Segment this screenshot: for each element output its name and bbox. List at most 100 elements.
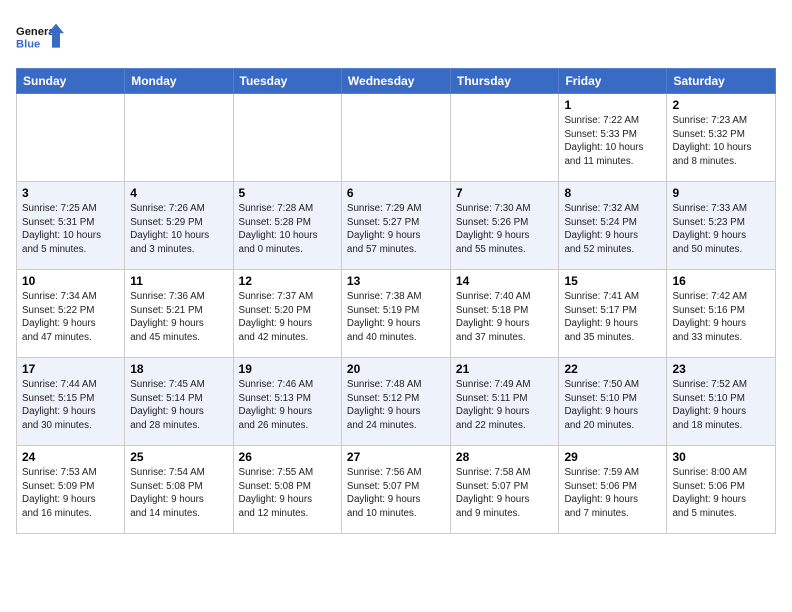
calendar-cell [125, 94, 233, 182]
day-info: Sunrise: 7:29 AM Sunset: 5:27 PM Dayligh… [347, 202, 445, 257]
calendar-cell: 30 Sunrise: 8:00 AM Sunset: 5:06 PM Dayli… [667, 446, 776, 534]
day-info: Sunrise: 7:49 AM Sunset: 5:11 PM Dayligh… [456, 378, 554, 433]
calendar-cell: 20 Sunrise: 7:48 AM Sunset: 5:12 PM Dayli… [341, 358, 450, 446]
day-number: 21 [456, 362, 554, 376]
calendar-cell: 7Sunrise: 7:30 AM Sunset: 5:26 PM Daylig… [450, 182, 559, 270]
weekday-header: Wednesday [341, 69, 450, 94]
day-info: Sunrise: 7:34 AM Sunset: 5:22 PM Dayligh… [22, 290, 119, 345]
calendar-cell: 15 Sunrise: 7:41 AM Sunset: 5:17 PM Dayli… [559, 270, 667, 358]
calendar-cell: 25 Sunrise: 7:54 AM Sunset: 5:08 PM Dayli… [125, 446, 233, 534]
calendar-cell: 23 Sunrise: 7:52 AM Sunset: 5:10 PM Dayli… [667, 358, 776, 446]
day-info: Sunrise: 7:55 AM Sunset: 5:08 PM Dayligh… [239, 466, 336, 521]
day-info: Sunrise: 7:40 AM Sunset: 5:18 PM Dayligh… [456, 290, 554, 345]
day-number: 19 [239, 362, 336, 376]
day-info: Sunrise: 7:41 AM Sunset: 5:17 PM Dayligh… [564, 290, 661, 345]
day-info: Sunrise: 7:53 AM Sunset: 5:09 PM Dayligh… [22, 466, 119, 521]
calendar-cell [341, 94, 450, 182]
weekday-header: Monday [125, 69, 233, 94]
day-number: 30 [672, 450, 770, 464]
page-header: General Blue [16, 16, 776, 60]
calendar-cell: 1 Sunrise: 7:22 AM Sunset: 5:33 PM Daylig… [559, 94, 667, 182]
day-number: 27 [347, 450, 445, 464]
day-info: Sunrise: 7:28 AM Sunset: 5:28 PM Dayligh… [239, 202, 336, 257]
day-info: Sunrise: 7:52 AM Sunset: 5:10 PM Dayligh… [672, 378, 770, 433]
calendar-cell [450, 94, 559, 182]
day-number: 11 [130, 274, 227, 288]
calendar-week-row: 24 Sunrise: 7:53 AM Sunset: 5:09 PM Dayli… [17, 446, 776, 534]
calendar-cell: 24 Sunrise: 7:53 AM Sunset: 5:09 PM Dayli… [17, 446, 125, 534]
calendar-cell: 19 Sunrise: 7:46 AM Sunset: 5:13 PM Dayli… [233, 358, 341, 446]
calendar-cell: 9 Sunrise: 7:33 AM Sunset: 5:23 PM Daylig… [667, 182, 776, 270]
calendar-cell: 4 Sunrise: 7:26 AM Sunset: 5:29 PM Daylig… [125, 182, 233, 270]
calendar-cell: 26 Sunrise: 7:55 AM Sunset: 5:08 PM Dayli… [233, 446, 341, 534]
day-number: 15 [564, 274, 661, 288]
day-info: Sunrise: 7:26 AM Sunset: 5:29 PM Dayligh… [130, 202, 227, 257]
day-number: 22 [564, 362, 661, 376]
day-number: 5 [239, 186, 336, 200]
day-number: 24 [22, 450, 119, 464]
calendar-cell: 21 Sunrise: 7:49 AM Sunset: 5:11 PM Dayli… [450, 358, 559, 446]
calendar-cell: 2Sunrise: 7:23 AM Sunset: 5:32 PM Daylig… [667, 94, 776, 182]
logo: General Blue [16, 16, 64, 60]
day-info: Sunrise: 8:00 AM Sunset: 5:06 PM Dayligh… [672, 466, 770, 521]
day-number: 1 [564, 98, 661, 112]
day-info: Sunrise: 7:38 AM Sunset: 5:19 PM Dayligh… [347, 290, 445, 345]
calendar-cell: 16 Sunrise: 7:42 AM Sunset: 5:16 PM Dayli… [667, 270, 776, 358]
calendar-cell: 6 Sunrise: 7:29 AM Sunset: 5:27 PM Daylig… [341, 182, 450, 270]
calendar-cell: 28 Sunrise: 7:58 AM Sunset: 5:07 PM Dayli… [450, 446, 559, 534]
calendar-cell: 3 Sunrise: 7:25 AM Sunset: 5:31 PM Daylig… [17, 182, 125, 270]
day-info: Sunrise: 7:36 AM Sunset: 5:21 PM Dayligh… [130, 290, 227, 345]
calendar-cell: 14 Sunrise: 7:40 AM Sunset: 5:18 PM Dayli… [450, 270, 559, 358]
day-info: Sunrise: 7:50 AM Sunset: 5:10 PM Dayligh… [564, 378, 661, 433]
weekday-header: Tuesday [233, 69, 341, 94]
day-info: Sunrise: 7:42 AM Sunset: 5:16 PM Dayligh… [672, 290, 770, 345]
day-info: Sunrise: 7:56 AM Sunset: 5:07 PM Dayligh… [347, 466, 445, 521]
day-number: 23 [672, 362, 770, 376]
weekday-header: Saturday [667, 69, 776, 94]
day-info: Sunrise: 7:45 AM Sunset: 5:14 PM Dayligh… [130, 378, 227, 433]
calendar-cell: 13 Sunrise: 7:38 AM Sunset: 5:19 PM Dayli… [341, 270, 450, 358]
day-number: 25 [130, 450, 227, 464]
calendar-cell: 17Sunrise: 7:44 AM Sunset: 5:15 PM Dayli… [17, 358, 125, 446]
day-info: Sunrise: 7:32 AM Sunset: 5:24 PM Dayligh… [564, 202, 661, 257]
calendar-cell: 27 Sunrise: 7:56 AM Sunset: 5:07 PM Dayli… [341, 446, 450, 534]
calendar-cell: 5 Sunrise: 7:28 AM Sunset: 5:28 PM Daylig… [233, 182, 341, 270]
day-info: Sunrise: 7:33 AM Sunset: 5:23 PM Dayligh… [672, 202, 770, 257]
day-number: 4 [130, 186, 227, 200]
svg-text:Blue: Blue [16, 39, 40, 51]
calendar-cell: 12 Sunrise: 7:37 AM Sunset: 5:20 PM Dayli… [233, 270, 341, 358]
day-info: Sunrise: 7:54 AM Sunset: 5:08 PM Dayligh… [130, 466, 227, 521]
day-number: 9 [672, 186, 770, 200]
day-number: 14 [456, 274, 554, 288]
calendar-cell: 11 Sunrise: 7:36 AM Sunset: 5:21 PM Dayli… [125, 270, 233, 358]
calendar-cell: 22 Sunrise: 7:50 AM Sunset: 5:10 PM Dayli… [559, 358, 667, 446]
day-info: Sunrise: 7:48 AM Sunset: 5:12 PM Dayligh… [347, 378, 445, 433]
day-number: 20 [347, 362, 445, 376]
calendar-table: SundayMondayTuesdayWednesdayThursdayFrid… [16, 68, 776, 534]
day-number: 2 [672, 98, 770, 112]
calendar-cell: 18Sunrise: 7:45 AM Sunset: 5:14 PM Dayli… [125, 358, 233, 446]
day-info: Sunrise: 7:58 AM Sunset: 5:07 PM Dayligh… [456, 466, 554, 521]
day-number: 8 [564, 186, 661, 200]
day-number: 28 [456, 450, 554, 464]
day-info: Sunrise: 7:37 AM Sunset: 5:20 PM Dayligh… [239, 290, 336, 345]
calendar-week-row: 3 Sunrise: 7:25 AM Sunset: 5:31 PM Daylig… [17, 182, 776, 270]
day-number: 3 [22, 186, 119, 200]
calendar-cell: 8 Sunrise: 7:32 AM Sunset: 5:24 PM Daylig… [559, 182, 667, 270]
day-number: 10 [22, 274, 119, 288]
calendar-header-row: SundayMondayTuesdayWednesdayThursdayFrid… [17, 69, 776, 94]
calendar-cell [17, 94, 125, 182]
day-info: Sunrise: 7:59 AM Sunset: 5:06 PM Dayligh… [564, 466, 661, 521]
weekday-header: Friday [559, 69, 667, 94]
day-number: 6 [347, 186, 445, 200]
day-number: 26 [239, 450, 336, 464]
day-info: Sunrise: 7:22 AM Sunset: 5:33 PM Dayligh… [564, 114, 661, 169]
day-number: 16 [672, 274, 770, 288]
day-info: Sunrise: 7:25 AM Sunset: 5:31 PM Dayligh… [22, 202, 119, 257]
day-number: 12 [239, 274, 336, 288]
day-info: Sunrise: 7:46 AM Sunset: 5:13 PM Dayligh… [239, 378, 336, 433]
day-info: Sunrise: 7:44 AM Sunset: 5:15 PM Dayligh… [22, 378, 119, 433]
day-number: 13 [347, 274, 445, 288]
day-number: 7 [456, 186, 554, 200]
weekday-header: Thursday [450, 69, 559, 94]
